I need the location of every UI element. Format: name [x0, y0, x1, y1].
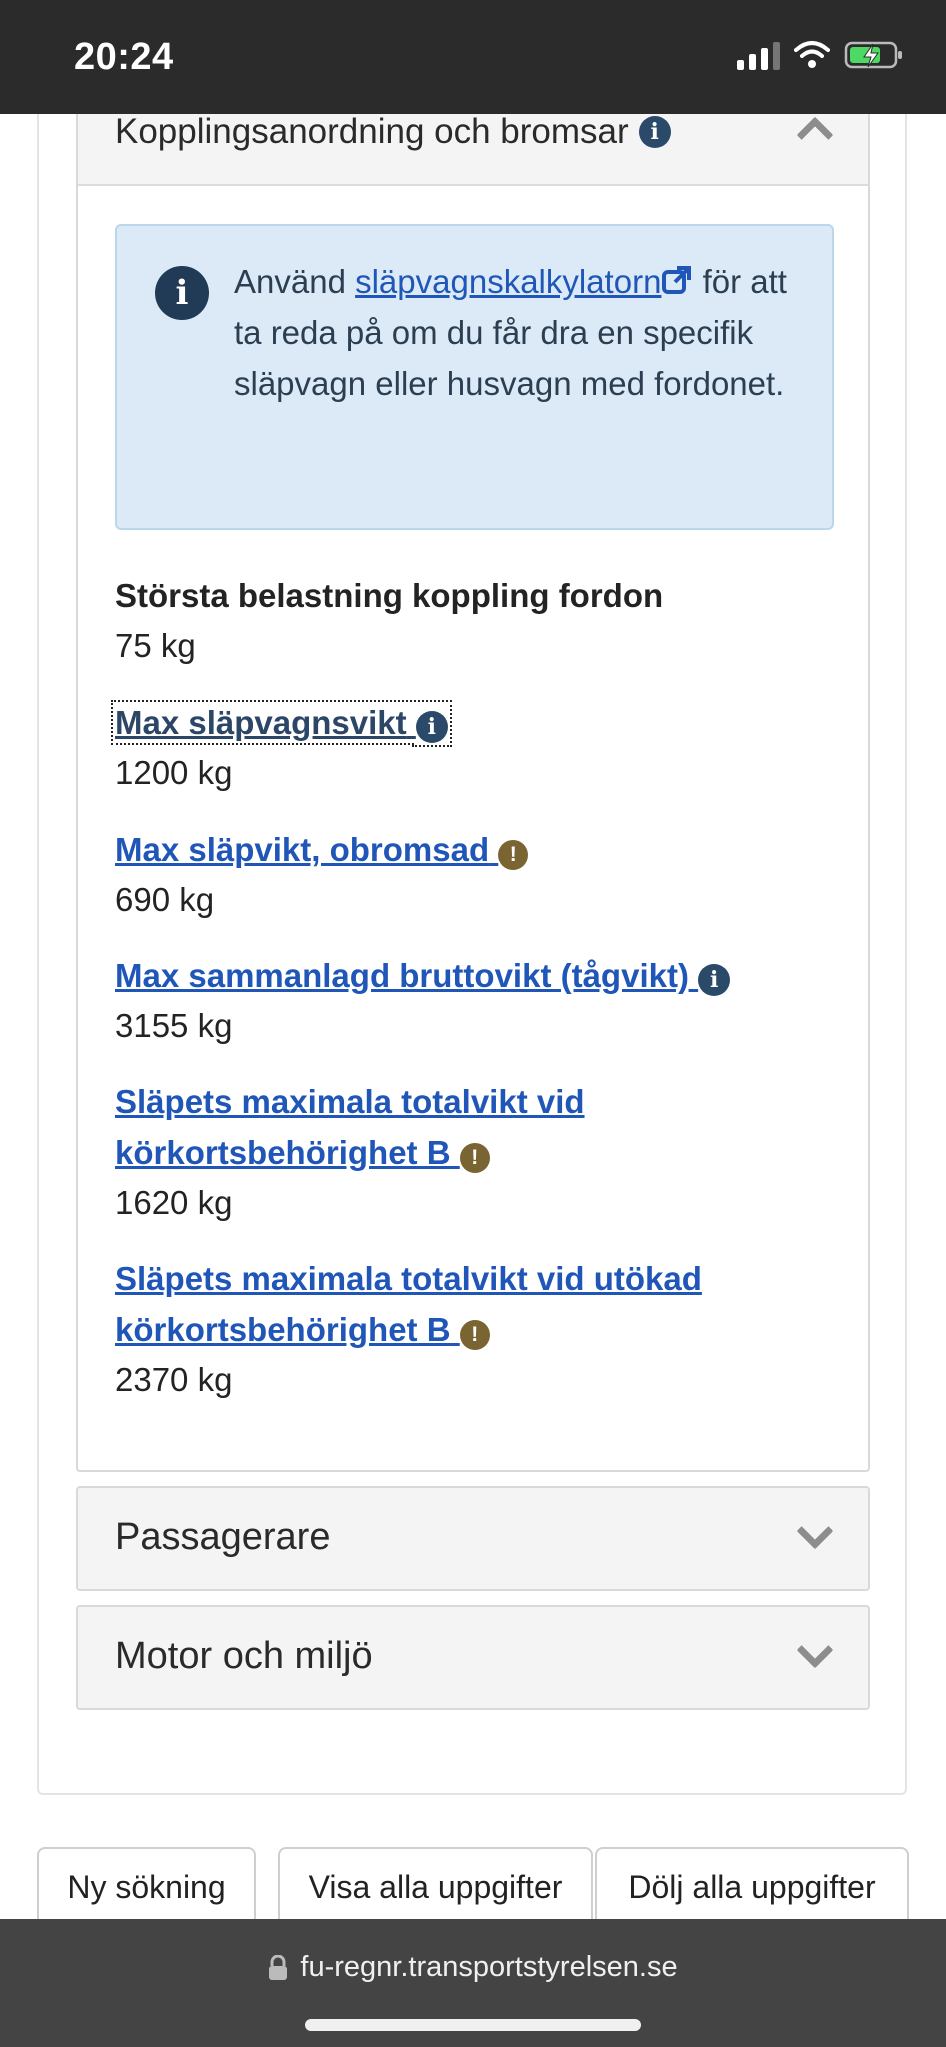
section-title: Kopplingsanordning och bromsar i — [115, 112, 671, 152]
section-motor-och-miljo[interactable]: Motor och miljö — [76, 1605, 870, 1710]
show-all-button[interactable]: Visa alla uppgifter — [278, 1847, 593, 1927]
status-icons — [737, 40, 904, 70]
hide-all-button[interactable]: Dölj alla uppgifter — [595, 1847, 909, 1927]
home-indicator[interactable] — [305, 2019, 641, 2031]
info-box-text: Använd släpvagnskalkylatorn för att ta r… — [234, 263, 787, 402]
trailer-weight-extended-b-link[interactable]: Släpets maximala totalvikt vid utökad kö… — [115, 1260, 702, 1350]
info-circle-icon: i — [155, 266, 209, 320]
field-value: 1200 kg — [115, 754, 233, 791]
field-value: 690 kg — [115, 881, 215, 918]
status-time: 20:24 — [74, 36, 174, 78]
signal-icon — [737, 40, 780, 70]
status-bar: 20:24 — [0, 0, 946, 114]
field-value: 75 kg — [115, 627, 196, 664]
info-icon[interactable]: i — [638, 116, 671, 148]
section-title: Passagerare — [115, 1516, 331, 1558]
info-icon: i — [415, 711, 448, 743]
chevron-up-icon[interactable] — [796, 116, 834, 154]
field-value: 3155 kg — [115, 1007, 233, 1044]
wifi-icon — [794, 41, 830, 68]
browser-url-bar: fu-regnr.transportstyrelsen.se — [0, 1919, 946, 2047]
battery-charging-icon — [844, 41, 902, 69]
field-value: 1620 kg — [115, 1184, 233, 1221]
section-title: Motor och miljö — [115, 1635, 373, 1677]
external-link-icon[interactable] — [661, 264, 693, 296]
lock-icon — [269, 1954, 288, 1980]
section-passagerare[interactable]: Passagerare — [76, 1486, 870, 1591]
max-train-weight-link[interactable]: Max sammanlagd bruttovikt (tågvikt) i — [115, 957, 731, 996]
warning-icon: ! — [498, 839, 529, 870]
trailer-weight-license-b-link[interactable]: Släpets maximala totalvikt vid körkortsb… — [115, 1083, 585, 1173]
field-trailer-weight-license-b: Släpets maximala totalvikt vid körkortsb… — [115, 1076, 755, 1222]
url-content[interactable]: fu-regnr.transportstyrelsen.se — [0, 1951, 946, 1984]
section-title-text: Kopplingsanordning och bromsar — [115, 112, 629, 151]
field-max-trailer-weight: Max släpvagnsvikt i 1200 kg — [111, 697, 452, 792]
field-trailer-weight-extended-b: Släpets maximala totalvikt vid utökad kö… — [115, 1253, 755, 1399]
field-value: 2370 kg — [115, 1361, 233, 1398]
field-max-train-weight: Max sammanlagd bruttovikt (tågvikt) i 31… — [115, 950, 731, 1045]
trailer-calculator-link[interactable]: släpvagnskalkylatorn — [355, 263, 661, 300]
field-max-unbraked-trailer: Max släpvikt, obromsad ! 690 kg — [115, 824, 529, 919]
info-box: i Använd släpvagnskalkylatorn för att ta… — [115, 224, 834, 530]
info-icon: i — [698, 964, 731, 996]
warning-icon: ! — [459, 1142, 490, 1173]
max-trailer-weight-link[interactable]: Max släpvagnsvikt i — [111, 700, 452, 745]
new-search-button[interactable]: Ny sökning — [37, 1847, 256, 1927]
field-max-coupling-load: Största belastning koppling fordon 75 kg — [115, 577, 663, 665]
chevron-down-icon — [796, 1631, 834, 1669]
max-unbraked-trailer-link[interactable]: Max släpvikt, obromsad ! — [115, 831, 529, 870]
url-text: fu-regnr.transportstyrelsen.se — [300, 1951, 678, 1983]
section-kopplingsanordning: Kopplingsanordning och bromsar i i Använ… — [76, 60, 870, 1472]
warning-icon: ! — [459, 1319, 490, 1350]
field-label: Största belastning koppling fordon — [115, 577, 664, 614]
chevron-down-icon — [796, 1512, 834, 1550]
